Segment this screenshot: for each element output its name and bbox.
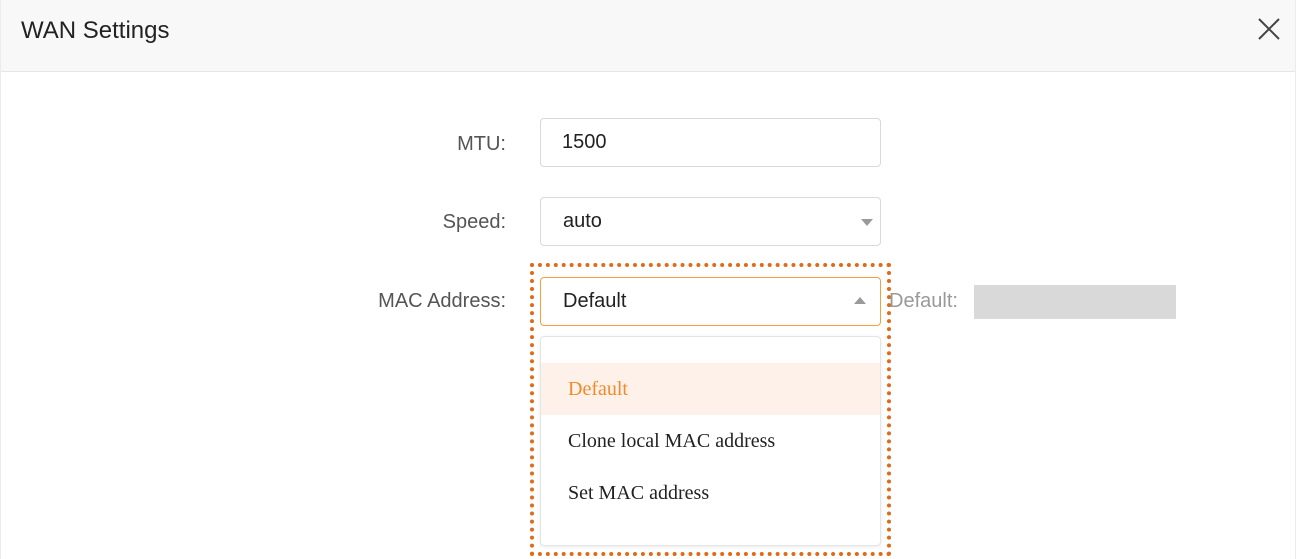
close-icon[interactable] — [1252, 12, 1286, 46]
mac-address-label: MAC Address: — [378, 290, 506, 312]
redacted-mac-value — [974, 285, 1176, 319]
default-mac-note: Default: — [889, 290, 958, 312]
chevron-down-icon — [861, 219, 873, 226]
wan-settings-dialog: WAN Settings MTU: Speed: auto MAC Addres… — [0, 0, 1296, 559]
mtu-input[interactable] — [540, 118, 881, 167]
speed-value: auto — [563, 210, 602, 232]
mtu-label: MTU: — [457, 133, 506, 155]
speed-label: Speed: — [442, 211, 506, 233]
speed-select[interactable]: auto — [540, 197, 881, 246]
dialog-title: WAN Settings — [21, 17, 170, 44]
dialog-header: WAN Settings — [1, 0, 1295, 72]
highlight-box — [530, 263, 891, 556]
